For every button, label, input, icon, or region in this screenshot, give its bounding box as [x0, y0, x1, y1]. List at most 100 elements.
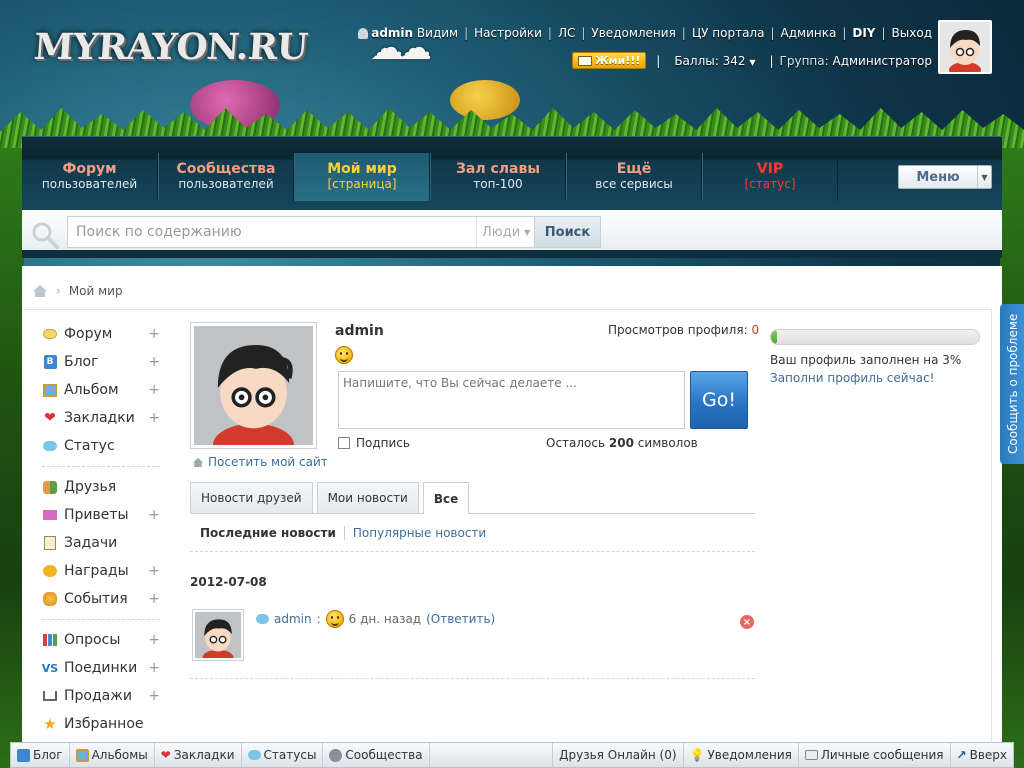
nav-subtitle: пользователей: [178, 177, 274, 191]
add-icon[interactable]: +: [148, 688, 160, 704]
menu-item-greetings[interactable]: Приветы +: [42, 501, 160, 529]
bottom-friends-online[interactable]: Друзья Онлайн (0): [553, 743, 684, 767]
search-input[interactable]: [68, 217, 476, 247]
profile-name: admin: [335, 323, 384, 339]
menu-item-label: Задачи: [64, 535, 118, 551]
add-icon[interactable]: +: [148, 326, 160, 342]
nav-communities[interactable]: Сообщества пользователей: [158, 153, 294, 201]
bottom-blog[interactable]: Блог: [11, 743, 70, 767]
picture-icon: [75, 748, 89, 762]
feedback-tab[interactable]: Сообщить о проблеме: [1000, 304, 1024, 464]
menu-item-polls[interactable]: Опросы +: [42, 626, 160, 654]
search-button[interactable]: Поиск: [534, 217, 600, 247]
speech-bubble-icon: [42, 326, 58, 342]
envelope-icon: [804, 750, 818, 760]
menu-item-favorites[interactable]: ★ Избранное: [42, 710, 160, 738]
menu-item-sales[interactable]: Продажи +: [42, 682, 160, 710]
add-icon[interactable]: +: [148, 382, 160, 398]
nav-forum[interactable]: Форум пользователей: [22, 153, 158, 201]
delete-icon[interactable]: ×: [740, 615, 754, 629]
friends-icon: [42, 479, 58, 495]
add-icon[interactable]: +: [148, 507, 160, 523]
people-icon: [329, 748, 343, 762]
menu-item-awards[interactable]: Награды +: [42, 557, 160, 585]
subtab-latest[interactable]: Последние новости: [200, 526, 345, 540]
add-icon[interactable]: +: [148, 563, 160, 579]
nav-more[interactable]: Ещё все сервисы: [566, 153, 702, 201]
group-value: Администратор: [832, 53, 932, 68]
feed-entry: admin : 6 дн. назад (Ответить): [256, 610, 495, 628]
feed-avatar[interactable]: [192, 609, 244, 667]
reply-link[interactable]: (Ответить): [426, 612, 495, 626]
hearts-icon: ❤: [44, 410, 56, 426]
nav-title: Сообщества: [176, 161, 276, 177]
bottom-statuses[interactable]: Статусы: [242, 743, 324, 767]
status-textarea[interactable]: [338, 371, 685, 429]
bottom-bookmarks[interactable]: ❤ Закладки: [155, 743, 242, 767]
menu-item-bookmarks[interactable]: ❤ Закладки +: [42, 404, 160, 432]
tab-all[interactable]: Все: [422, 482, 470, 514]
menu-item-friends[interactable]: Друзья: [42, 473, 160, 501]
settings-link[interactable]: Настройки: [474, 26, 542, 40]
bottom-communities[interactable]: Сообщества: [323, 743, 430, 767]
checklist-icon: [42, 535, 58, 551]
menu-item-events[interactable]: События +: [42, 585, 160, 613]
logout-link[interactable]: Выход: [892, 26, 932, 40]
top-avatar[interactable]: [938, 20, 992, 74]
feed-user-link[interactable]: admin: [274, 612, 312, 626]
breadcrumb: › Мой мир: [32, 284, 123, 298]
profile-avatar[interactable]: [190, 322, 317, 467]
fill-profile-link[interactable]: Заполни профиль сейчас!: [770, 371, 934, 385]
main-content: › Мой мир Форум + B Блог + Альбом + ❤ За: [22, 266, 1002, 744]
add-icon[interactable]: +: [148, 354, 160, 370]
menu-item-album[interactable]: Альбом +: [42, 376, 160, 404]
bottom-notifications[interactable]: 💡 Уведомления: [684, 743, 799, 767]
bottom-scroll-top[interactable]: ↗ Вверх: [951, 743, 1013, 767]
feed-colon: :: [316, 612, 321, 626]
points-dropdown[interactable]: Баллы: 342 ▼: [674, 54, 755, 68]
menu-item-label: Блог: [64, 354, 99, 370]
push-button[interactable]: Жми!!!: [572, 52, 647, 69]
menu-item-tasks[interactable]: Задачи: [42, 529, 160, 557]
menu-item-duels[interactable]: VS Поединки +: [42, 654, 160, 682]
site-logo[interactable]: MYRAYON.RU: [33, 26, 309, 68]
messages-link[interactable]: ЛС: [558, 26, 575, 40]
menu-item-label: Форум: [64, 326, 113, 342]
tab-friends-news[interactable]: Новости друзей: [190, 482, 313, 513]
add-icon[interactable]: +: [148, 410, 160, 426]
award-icon: [42, 563, 58, 579]
menu-item-blog[interactable]: B Блог +: [42, 348, 160, 376]
add-icon[interactable]: +: [148, 632, 160, 648]
mood-smiley-icon[interactable]: [335, 346, 353, 367]
nav-vip[interactable]: VIP [статус]: [702, 153, 838, 201]
bottom-albums[interactable]: Альбомы: [70, 743, 155, 767]
menu-item-forum[interactable]: Форум +: [42, 320, 160, 348]
search-scope-dropdown[interactable]: Люди ▼: [476, 217, 534, 247]
nav-my-world[interactable]: Мой мир [страница]: [294, 153, 430, 201]
go-button[interactable]: Go!: [690, 371, 748, 429]
signature-checkbox-row[interactable]: Подпись: [338, 436, 410, 450]
visit-site-link[interactable]: Посетить мой сайт: [192, 455, 328, 469]
signature-checkbox[interactable]: [338, 437, 350, 449]
profile-panel: Форум + B Блог + Альбом + ❤ Закладки + С…: [22, 309, 992, 744]
visibility-link[interactable]: Видим: [417, 26, 458, 40]
diy-link[interactable]: DIY: [852, 26, 875, 40]
profile-views: Просмотров профиля: 0: [608, 323, 760, 337]
speech-bubble-icon: [256, 614, 269, 624]
portal-control-link[interactable]: ЦУ портала: [692, 26, 765, 40]
add-icon[interactable]: +: [148, 660, 160, 676]
nav-hall-of-fame[interactable]: Зал славы топ-100: [430, 153, 566, 201]
menu-item-status[interactable]: Статус: [42, 432, 160, 460]
notifications-link[interactable]: Уведомления: [591, 26, 675, 40]
home-icon[interactable]: [32, 284, 48, 298]
tab-my-news[interactable]: Мои новости: [316, 482, 419, 513]
admin-link[interactable]: Админка: [781, 26, 837, 40]
bottom-private-messages[interactable]: Личные сообщения: [799, 743, 951, 767]
chevron-down-icon[interactable]: ▼: [977, 166, 991, 188]
subtab-popular[interactable]: Популярные новости: [353, 526, 494, 540]
menu-button-label: Меню: [916, 169, 960, 185]
add-icon[interactable]: +: [148, 591, 160, 607]
menu-button[interactable]: Меню ▼: [898, 165, 992, 189]
username-link[interactable]: admin: [371, 26, 413, 40]
menu-item-label: Приветы: [64, 507, 129, 523]
